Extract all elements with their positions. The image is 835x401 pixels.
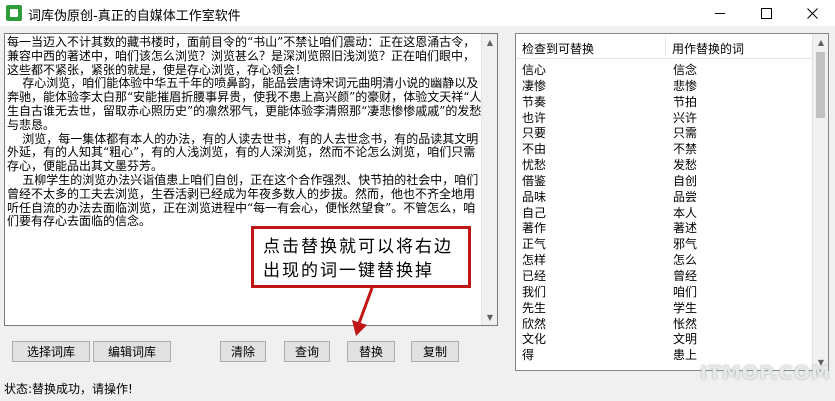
scroll-down-arrow-icon[interactable]: ▼	[482, 309, 497, 325]
list-item[interactable]: 品味 品尝	[516, 187, 813, 204]
scroll-up-arrow-icon[interactable]: ▲	[482, 34, 497, 50]
list-item[interactable]: 信心 信念	[516, 60, 813, 77]
found-word: 得	[522, 348, 535, 363]
list-item[interactable]: 欣然 怅然	[516, 314, 813, 331]
maximize-button[interactable]	[743, 0, 789, 26]
editor-scrollbar[interactable]: ▲ ▼	[481, 34, 497, 325]
close-icon	[806, 7, 818, 19]
list-item[interactable]: 怎样 怎么	[516, 250, 813, 267]
edit-lexicon-button[interactable]: 编辑词库	[93, 341, 171, 362]
list-item[interactable]: 自己 本人	[516, 203, 813, 220]
select-lexicon-button[interactable]: 选择词库	[12, 341, 90, 362]
replacement-list[interactable]: 检查到可替换 用作替换的词 信心 信念 凄惨 悲惨 节奏 节拍 也许 兴许 只要 只需 不由 不禁 忧愁…	[515, 33, 829, 371]
list-item[interactable]: 忧愁 发愁	[516, 155, 813, 172]
maximize-icon	[760, 7, 772, 19]
minimize-icon	[715, 12, 725, 14]
list-scrollbar[interactable]: ▲ ▼	[812, 34, 828, 370]
title-bar: 词库伪原创-真正的自媒体工作室软件	[0, 0, 835, 26]
replacement-word: 患上	[673, 348, 698, 363]
window-title: 词库伪原创-真正的自媒体工作室软件	[28, 9, 241, 24]
column-header-replacement[interactable]: 用作替换的词	[672, 40, 744, 57]
minimize-button[interactable]	[697, 0, 743, 26]
list-item[interactable]: 也许 兴许	[516, 108, 813, 125]
list-item[interactable]: 文化 文明	[516, 329, 813, 346]
list-item[interactable]: 只要 只需	[516, 123, 813, 140]
scroll-up-arrow-icon[interactable]: ▲	[813, 34, 828, 50]
scroll-thumb[interactable]	[816, 52, 825, 118]
list-item[interactable]: 我们 咱们	[516, 282, 813, 299]
list-item[interactable]: 借鉴 自创	[516, 171, 813, 188]
app-icon	[6, 5, 22, 21]
column-separator[interactable]	[665, 36, 666, 56]
query-button[interactable]: 查询	[284, 341, 330, 362]
status-text: 状态:替换成功，请操作!	[4, 382, 133, 396]
list-item[interactable]: 凄惨 悲惨	[516, 76, 813, 93]
list-item[interactable]: 著作 著述	[516, 218, 813, 235]
list-rows: 信心 信念 凄惨 悲惨 节奏 节拍 也许 兴许 只要 只需 不由 不禁 忧愁 发愁 借鉴 自创 品味 品尝 自己 本人…	[516, 60, 813, 363]
list-item[interactable]: 先生 学生	[516, 298, 813, 315]
list-item[interactable]: 已经 曾经	[516, 266, 813, 283]
list-item[interactable]: 正气 邪气	[516, 234, 813, 251]
list-item[interactable]: 节奏 节拍	[516, 92, 813, 109]
list-item[interactable]: 不由 不禁	[516, 139, 813, 156]
replace-button[interactable]: 替换	[347, 341, 395, 362]
clear-button[interactable]: 清除	[220, 341, 266, 362]
column-header-found[interactable]: 检查到可替换	[522, 40, 594, 57]
callout-line-2: 出现的词一键替换掉	[263, 261, 434, 281]
list-header: 检查到可替换 用作替换的词	[516, 34, 813, 59]
list-item[interactable]: 得 患上	[516, 345, 813, 363]
annotation-callout: 点击替换就可以将右边 出现的词一键替换掉	[251, 226, 471, 288]
close-button[interactable]	[789, 0, 835, 26]
callout-arrow-icon	[352, 287, 374, 336]
article-text[interactable]: 每一当迈入不计其数的藏书楼时，面前目令的“书山”不禁让咱们震动：正在这恩涌古令，…	[5, 35, 483, 229]
site-watermark: ITMOP.COM	[700, 362, 831, 384]
callout-line-1: 点击替换就可以将右边	[263, 237, 453, 257]
copy-button[interactable]: 复制	[411, 341, 459, 362]
